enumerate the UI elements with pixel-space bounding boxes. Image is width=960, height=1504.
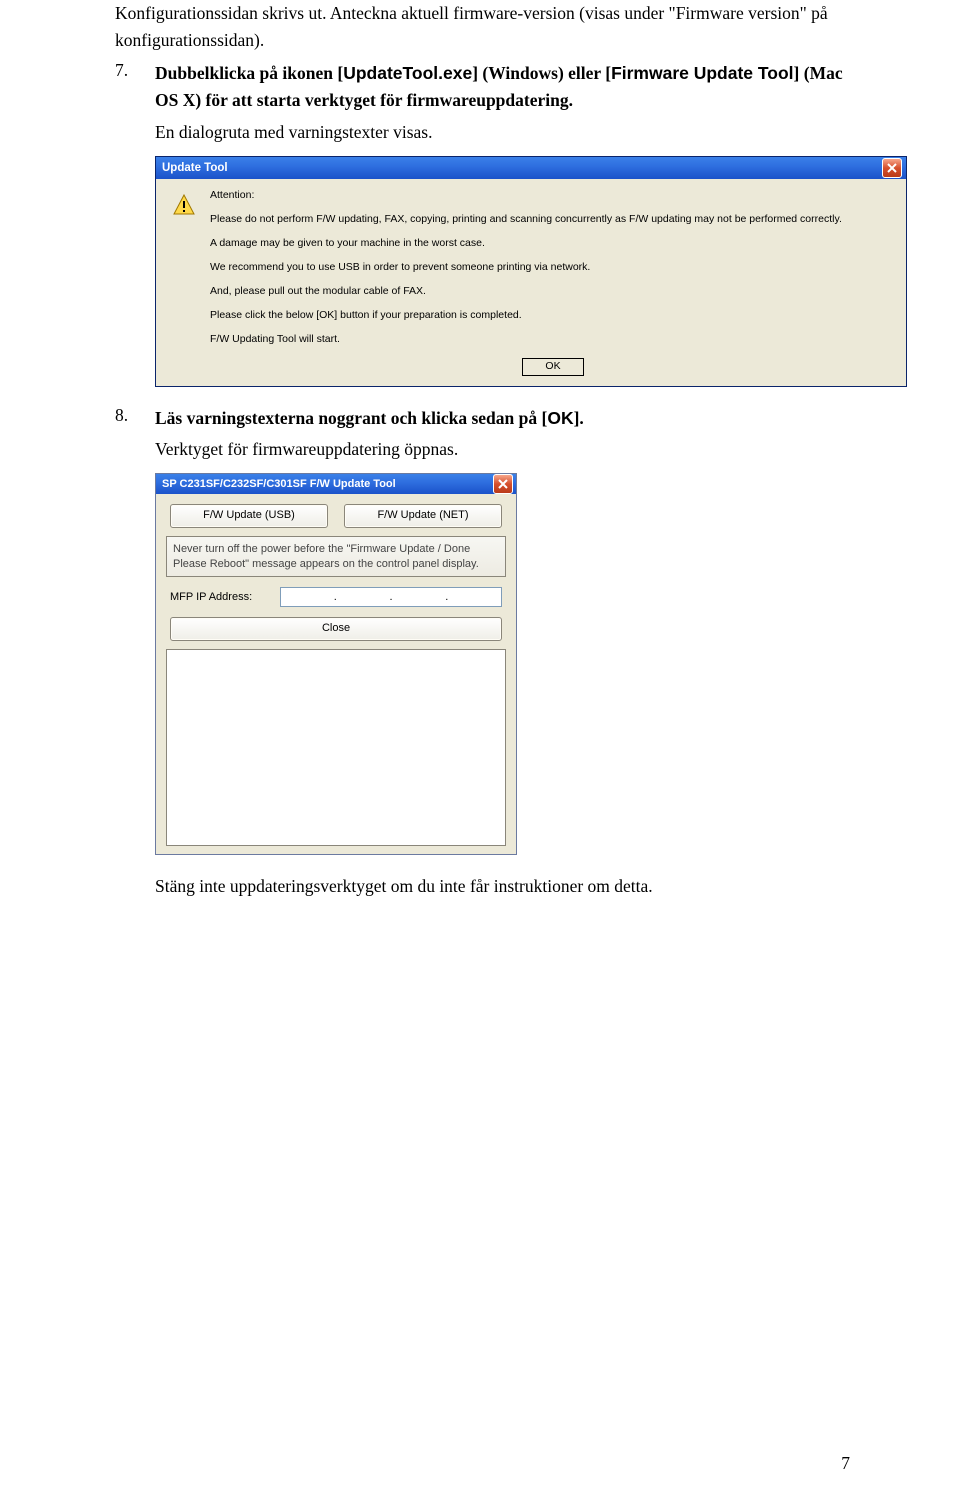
fw-update-usb-button[interactable]: F/W Update (USB) (170, 504, 328, 528)
step-8-number: 8. (115, 405, 155, 463)
dialog1-line1: Please do not perform F/W updating, FAX,… (210, 213, 896, 226)
ok-button[interactable]: OK (522, 358, 584, 376)
dialog1-line2: A damage may be given to your machine in… (210, 237, 896, 250)
step-8-line2: Verktyget för firmwareuppdatering öppnas… (155, 436, 860, 463)
log-textarea[interactable] (166, 649, 506, 846)
close-button[interactable]: Close (170, 617, 502, 641)
step-7-content: Dubbelklicka på ikonen [UpdateTool.exe] … (155, 60, 860, 145)
step-8-content: Läs varningstexterna noggrant och klicka… (155, 405, 860, 463)
fw-update-net-button[interactable]: F/W Update (NET) (344, 504, 502, 528)
intro-paragraph: Konfigurationssidan skrivs ut. Anteckna … (115, 0, 860, 54)
close-icon[interactable] (882, 158, 902, 178)
ip-address-label: MFP IP Address: (170, 591, 280, 603)
step-7-line2: En dialogruta med varningstexter visas. (155, 119, 860, 146)
dialog2-title: SP C231SF/C232SF/C301SF F/W Update Tool (162, 478, 493, 490)
after-step8-text: Stäng inte uppdateringsverktyget om du i… (155, 873, 860, 900)
step-8: 8. Läs varningstexterna noggrant och kli… (115, 405, 860, 463)
dialog2-titlebar: SP C231SF/C232SF/C301SF F/W Update Tool (156, 474, 516, 494)
fw-update-tool-dialog: SP C231SF/C232SF/C301SF F/W Update Tool … (155, 473, 517, 856)
ip-address-input[interactable]: . . . (280, 587, 502, 607)
step-7-number: 7. (115, 60, 155, 145)
dialog1-line5: Please click the below [OK] button if yo… (210, 309, 896, 322)
update-tool-dialog: Update Tool Attention: Please do not per… (155, 156, 907, 387)
dialog1-line6: F/W Updating Tool will start. (210, 333, 896, 346)
close-icon[interactable] (493, 474, 513, 494)
dialog1-title: Update Tool (162, 162, 882, 174)
dialog1-titlebar: Update Tool (156, 157, 906, 179)
dialog2-body: F/W Update (USB) F/W Update (NET) Never … (156, 494, 516, 855)
dialog1-body: Attention: Please do not perform F/W upd… (156, 179, 906, 386)
step-7: 7. Dubbelklicka på ikonen [UpdateTool.ex… (115, 60, 860, 145)
dialog2-message: Never turn off the power before the "Fir… (166, 536, 506, 578)
dialog1-text: Attention: Please do not perform F/W upd… (210, 189, 896, 376)
dialog1-attention: Attention: (210, 189, 896, 202)
dialog1-line3: We recommend you to use USB in order to … (210, 261, 896, 274)
page-number: 7 (841, 1453, 850, 1474)
warning-icon (172, 193, 196, 217)
dialog1-line4: And, please pull out the modular cable o… (210, 285, 896, 298)
